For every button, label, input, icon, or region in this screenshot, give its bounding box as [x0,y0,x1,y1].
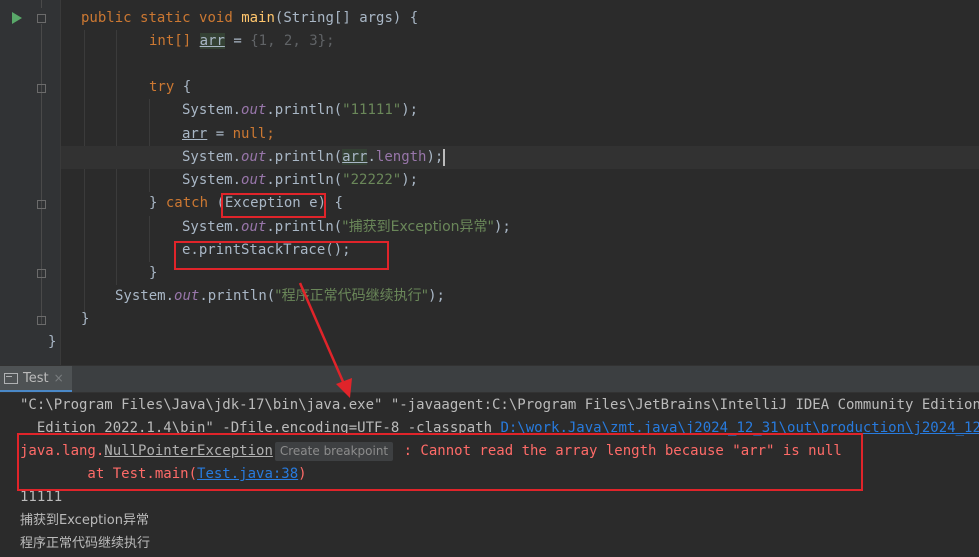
code-line-main[interactable]: public static void main(String[] args) { [81,7,418,30]
code-line-println-after[interactable]: System.out.println("程序正常代码继续执行"); [115,285,445,308]
string-literal: "11111" [342,102,402,118]
console-icon [4,372,18,384]
array-val-1: 1 [258,33,268,49]
kw-public: public [81,10,132,26]
code-line-null-assign[interactable]: arr = null; [182,123,275,146]
annotation-box-printstacktrace [174,241,389,270]
run-main-icon[interactable] [12,12,22,24]
close-brace: } [81,311,90,327]
fold-catch-end-icon[interactable] [37,269,46,278]
run-console[interactable]: "C:\Program Files\Java\jdk-17\bin\java.e… [0,393,979,557]
length-field: length [375,149,427,165]
tab-test[interactable]: Test × [0,366,72,392]
assign-op: = [207,126,233,142]
statement-end: ); [426,149,444,165]
code-line-println-catch[interactable]: System.out.println("捕获到Exception异常"); [182,216,511,239]
system-ref: System. [182,149,242,165]
statement-end: ); [428,288,445,304]
println-call: .println( [266,219,343,235]
annotation-box-exception-param [221,193,326,218]
fold-catch-icon[interactable] [37,200,46,209]
system-ref: System. [182,172,242,188]
fold-main-icon[interactable] [37,14,46,23]
code-editor[interactable]: public static void main(String[] args) {… [0,0,979,365]
kw-try: try [149,79,175,95]
code-line-arr-decl[interactable]: int[] arr = {1, 2, 3}; [149,30,335,53]
string-literal: "22222" [342,172,402,188]
fold-method-end-icon[interactable] [37,316,46,325]
string-literal: "捕获到Exception异常" [342,219,494,235]
code-line-println-length[interactable]: System.out.println(arr.length); [182,146,446,169]
statement-end: ); [401,102,419,118]
method-name: main [241,10,275,26]
fold-guide [41,24,42,324]
var-arr: arr [182,126,208,142]
code-line-method-close[interactable]: } [81,308,89,331]
kw-static: static [140,10,191,26]
var-arr: arr [342,149,368,165]
indent-guide [84,30,85,315]
console-output-2: 捕获到Exception异常 [20,513,149,528]
close-brace: } [149,265,158,281]
println-call: .println( [266,149,343,165]
semicolon: ; [266,126,275,142]
array-close: }; [317,33,335,49]
close-icon[interactable]: × [54,371,64,385]
system-ref: System. [115,288,175,304]
console-output-3: 程序正常代码继续执行 [20,536,151,551]
kw-null: null [232,126,267,142]
close-brace: } [149,195,166,211]
dot: . [367,149,376,165]
array-val-3: 3 [309,33,318,49]
out-field: out [241,102,267,118]
string-literal: "程序正常代码继续执行" [275,288,429,304]
console-command-line: "C:\Program Files\Java\jdk-17\bin\java.e… [20,397,979,413]
text-caret [443,148,446,166]
tool-window-tabbar: Test × [0,365,979,393]
out-field: out [174,288,200,304]
array-open: { [250,33,259,49]
println-call: .println( [266,102,343,118]
close-brace: } [48,334,57,350]
var-arr: arr [199,33,225,49]
fold-try-icon[interactable] [37,84,46,93]
out-field: out [241,219,267,235]
out-field: out [241,149,267,165]
statement-end: ); [401,172,419,188]
code-line-catch-close[interactable]: } [149,262,157,285]
statement-end: ); [493,219,511,235]
tab-test-label: Test [23,370,49,386]
kw-catch: catch [165,195,209,211]
kw-void: void [199,10,233,26]
code-line-try[interactable]: try { [149,76,191,99]
annotation-box-exception-output [17,433,863,491]
main-params: (String[] args) { [274,10,419,26]
editor-gutter[interactable] [0,0,60,365]
gutter-separator [60,0,61,365]
println-call: .println( [266,172,343,188]
system-ref: System. [182,219,242,235]
code-line-class-close[interactable]: } [48,331,56,354]
system-ref: System. [182,102,242,118]
indent-guide [149,216,150,262]
fold-guide [41,0,42,8]
type-int-array: int[] [149,33,192,49]
code-line-println-11111[interactable]: System.out.println("11111"); [182,99,418,122]
println-call: .println( [199,288,276,304]
assign-op: = [224,33,251,49]
out-field: out [241,172,267,188]
try-brace: { [174,79,192,95]
code-line-println-22222[interactable]: System.out.println("22222"); [182,169,418,192]
